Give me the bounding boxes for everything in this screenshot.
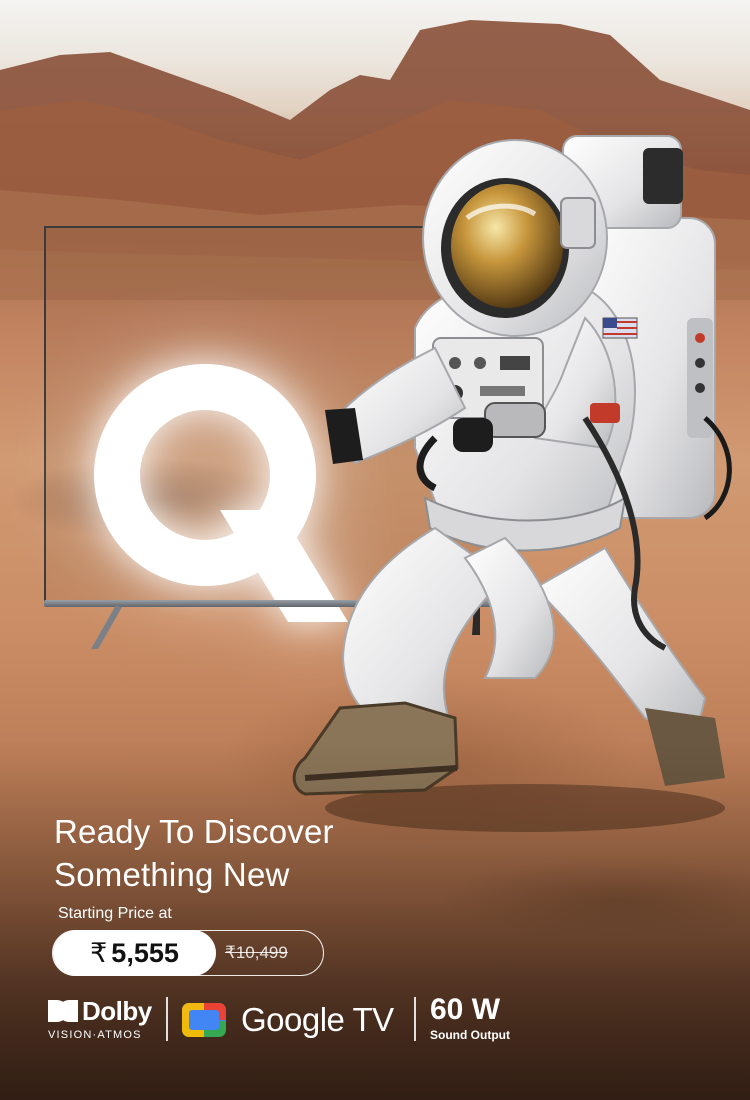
google-tv-wordmark: Google TV (241, 1001, 394, 1038)
dolby-badge: Dolby VISION·ATMOS (48, 995, 152, 1041)
headline-line-2: Something New (54, 856, 290, 893)
headline: Ready To Discover Something New (54, 810, 334, 896)
sound-output-label: Sound Output (430, 1028, 510, 1042)
price-pill[interactable]: ₹ 5,555 ₹10,499 (52, 930, 324, 976)
starting-price-label: Starting Price at (58, 905, 172, 922)
dolby-subtitle: VISION·ATMOS (48, 1029, 142, 1041)
dolby-logo-icon (48, 1000, 78, 1022)
sound-output-value: 60 W (430, 993, 501, 1026)
dolby-wordmark: Dolby (82, 995, 152, 1026)
astronaut-figure (292, 135, 732, 832)
google-tv-badge: Google TV (182, 1001, 394, 1039)
headline-line-1: Ready To Discover (54, 813, 334, 850)
badge-divider (166, 997, 168, 1041)
rupee-symbol: ₹ (90, 937, 108, 968)
current-price-value: 5,555 (111, 937, 179, 968)
google-tv-icon (182, 1003, 226, 1037)
sound-output-badge: 60 W Sound Output (430, 993, 510, 1043)
tv-stand-left (91, 605, 122, 649)
feature-badges: Dolby VISION·ATMOS Google TV 60 W Sound … (48, 995, 548, 1045)
current-price: ₹ 5,555 (53, 930, 216, 976)
badge-divider (414, 997, 416, 1041)
original-price-strikethrough: ₹10,499 (225, 943, 288, 962)
